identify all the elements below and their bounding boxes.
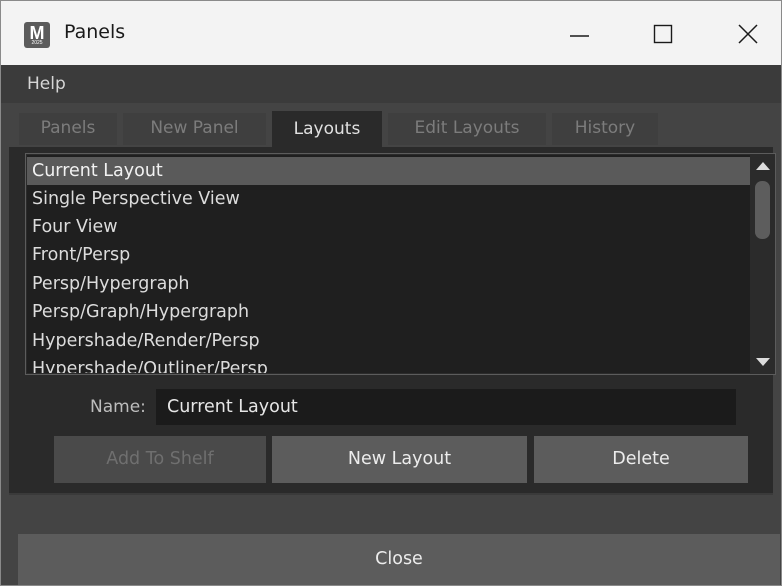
list-item-hypershade-outliner-persp[interactable]: Hypershade/Outliner/Persp: [27, 355, 750, 373]
layout-name-input[interactable]: [156, 389, 736, 425]
new-layout-button[interactable]: New Layout: [272, 436, 527, 483]
title-bar[interactable]: M 2025 Panels: [1, 1, 781, 65]
layouts-list-items: Current Layout Single Perspective View F…: [27, 155, 750, 373]
minimize-icon: [570, 35, 589, 37]
list-item-persp-hypergraph[interactable]: Persp/Hypergraph: [27, 270, 750, 298]
list-item-current-layout[interactable]: Current Layout: [27, 157, 750, 185]
triangle-down-icon: [756, 358, 770, 366]
tab-new-panel[interactable]: New Panel: [123, 113, 266, 145]
divider: [9, 493, 773, 495]
layouts-list[interactable]: Current Layout Single Perspective View F…: [25, 153, 776, 375]
maximize-icon: [653, 24, 673, 44]
tab-edit-layouts[interactable]: Edit Layouts: [388, 113, 546, 145]
delete-button[interactable]: Delete: [534, 436, 748, 483]
app-icon-version: 2025: [31, 40, 43, 46]
list-item-persp-graph-hypergraph[interactable]: Persp/Graph/Hypergraph: [27, 298, 750, 326]
add-to-shelf-button[interactable]: Add To Shelf: [54, 436, 266, 483]
list-scrollbar[interactable]: [751, 155, 775, 373]
tab-panels[interactable]: Panels: [19, 113, 117, 145]
scroll-up-arrow[interactable]: [751, 155, 775, 175]
tab-history[interactable]: History: [552, 113, 658, 145]
minimize-button[interactable]: [536, 1, 622, 65]
close-button[interactable]: Close: [18, 534, 780, 585]
list-item-front-persp[interactable]: Front/Persp: [27, 241, 750, 269]
tab-layouts[interactable]: Layouts: [272, 111, 382, 147]
scroll-thumb[interactable]: [755, 181, 770, 239]
panels-window: M 2025 Panels Help Panels New Panel Layo…: [0, 0, 782, 586]
maya-app-icon: M 2025: [24, 22, 50, 48]
scroll-down-arrow[interactable]: [751, 353, 775, 373]
list-item-single-perspective-view[interactable]: Single Perspective View: [27, 185, 750, 213]
close-window-button[interactable]: [704, 1, 781, 65]
maximize-button[interactable]: [620, 1, 706, 65]
menu-bar: Help: [1, 65, 781, 103]
list-item-hypershade-render-persp[interactable]: Hypershade/Render/Persp: [27, 327, 750, 355]
window-title: Panels: [64, 21, 126, 43]
triangle-up-icon: [756, 162, 770, 170]
list-item-four-view[interactable]: Four View: [27, 213, 750, 241]
close-icon: [738, 24, 758, 44]
name-label: Name:: [90, 397, 146, 417]
menu-help[interactable]: Help: [27, 74, 66, 94]
